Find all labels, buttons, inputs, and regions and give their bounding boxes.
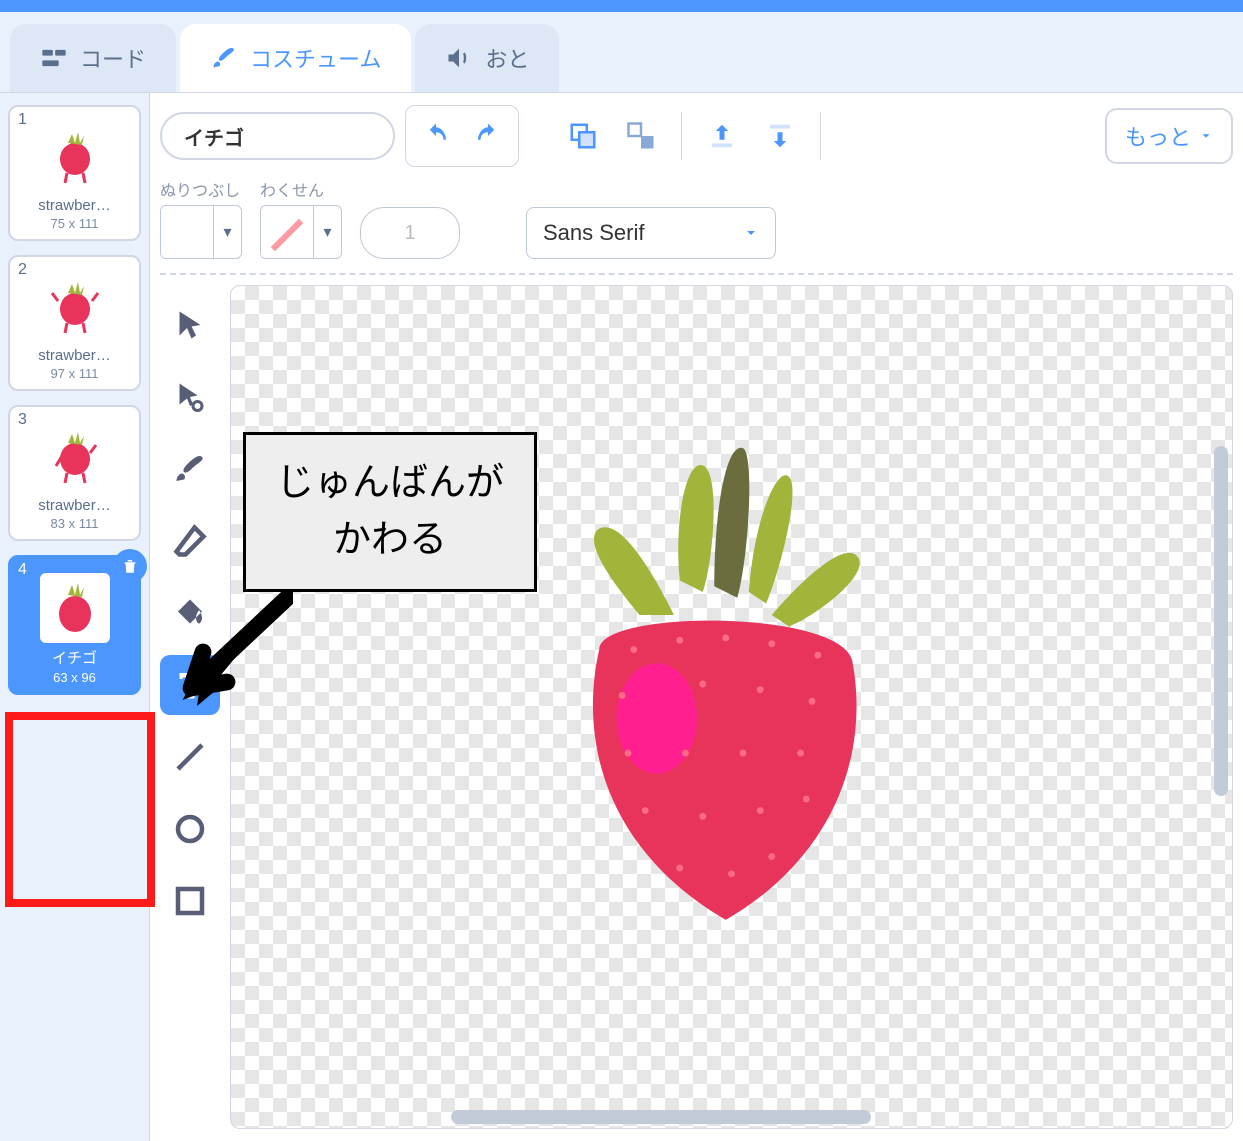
select-tool[interactable] [160,295,220,355]
outline-width-input[interactable] [360,207,460,259]
paintbrush-icon [210,44,238,72]
costume-number: 1 [18,111,27,129]
outline-label: わくせん [260,177,342,201]
trash-icon [121,557,139,575]
cursor-icon [172,307,208,343]
callout-arrow-icon [173,592,293,712]
tab-code[interactable]: コード [10,24,176,92]
eraser-tool[interactable] [160,511,220,571]
delete-costume-button[interactable] [113,549,147,583]
costume-size-label: 63 x 96 [14,670,135,685]
circle-tool[interactable] [160,799,220,859]
separator [681,112,682,160]
costume-size-label: 97 x 111 [14,366,135,381]
costume-thumbnail [40,573,110,643]
costume-name-input[interactable] [160,112,395,160]
callout-text-line1: じゅんばんが [276,455,504,512]
line-tool[interactable] [160,727,220,787]
costume-thumbnail [40,123,110,193]
tab-costumes-label: コスチューム [250,42,381,74]
window-top-bar [0,0,1243,12]
costume-number: 2 [18,261,27,279]
redo-icon [473,121,503,151]
outline-swatch [261,206,313,258]
fill-color-picker[interactable]: ▾ [160,205,242,259]
line-icon [172,739,208,775]
bring-forward-button[interactable] [698,112,746,160]
font-selector[interactable]: Sans Serif [526,207,776,259]
costume-editor: もっと ぬりつぶし ▾ わくせん ▾ San [150,93,1243,1141]
costume-list-sidebar: 1 strawber… 75 x 111 2 strawber… 97 x 11… [0,93,150,1141]
separator [820,112,821,160]
rect-tool[interactable] [160,871,220,931]
undo-icon [421,121,451,151]
horizontal-scrollbar[interactable] [451,1110,871,1124]
brush-tool[interactable] [160,439,220,499]
costume-size-label: 75 x 111 [14,216,135,231]
costume-name-label: strawber… [14,347,135,364]
ungroup-icon [626,121,656,151]
vertical-scrollbar[interactable] [1214,446,1228,796]
tab-sounds[interactable]: おと [415,24,559,92]
circle-icon [172,811,208,847]
costume-number: 4 [18,561,27,579]
ungroup-button[interactable] [617,112,665,160]
costume-thumbnail [40,273,110,343]
undo-button[interactable] [412,112,460,160]
font-name: Sans Serif [543,220,645,246]
costume-item-3[interactable]: 3 strawber… 83 x 111 [8,405,141,541]
node-cursor-icon [172,379,208,415]
costume-item-1[interactable]: 1 strawber… 75 x 111 [8,105,141,241]
more-label: もっと [1125,120,1191,152]
tab-sounds-label: おと [485,42,529,74]
square-icon [172,883,208,919]
fill-label: ぬりつぶし [160,177,242,201]
group-button[interactable] [559,112,607,160]
caret-down-icon [1199,129,1213,143]
caret-down-icon: ▾ [213,206,241,258]
tab-costumes[interactable]: コスチューム [180,24,411,92]
strawberry-sprite [231,286,1232,1128]
annotation-callout: じゅんばんが かわる [243,432,537,592]
costume-name-label: strawber… [14,497,135,514]
send-backward-button[interactable] [756,112,804,160]
eraser-icon [172,523,208,559]
editor-tabs: コード コスチューム おと [0,12,1243,92]
costume-item-2[interactable]: 2 strawber… 97 x 111 [8,255,141,391]
speaker-icon [445,44,473,72]
caret-down-icon: ▾ [313,206,341,258]
paintbrush-icon [172,451,208,487]
costume-name-label: イチゴ [14,647,135,668]
callout-box: じゅんばんが かわる [243,432,537,592]
more-menu-button[interactable]: もっと [1105,108,1233,164]
costume-number: 3 [18,411,27,429]
redo-button[interactable] [464,112,512,160]
bring-forward-icon [707,121,737,151]
fill-swatch [161,206,213,258]
costume-size-label: 83 x 111 [14,516,135,531]
tab-code-label: コード [80,42,146,74]
costume-item-4[interactable]: 4 イチゴ 63 x 96 [8,555,141,695]
caret-down-icon [743,225,759,241]
paint-canvas[interactable] [230,285,1233,1129]
callout-text-line2: かわる [276,512,504,569]
reshape-tool[interactable] [160,367,220,427]
costume-thumbnail [40,423,110,493]
code-blocks-icon [40,44,68,72]
group-icon [568,121,598,151]
send-backward-icon [765,121,795,151]
outline-color-picker[interactable]: ▾ [260,205,342,259]
costume-name-label: strawber… [14,197,135,214]
